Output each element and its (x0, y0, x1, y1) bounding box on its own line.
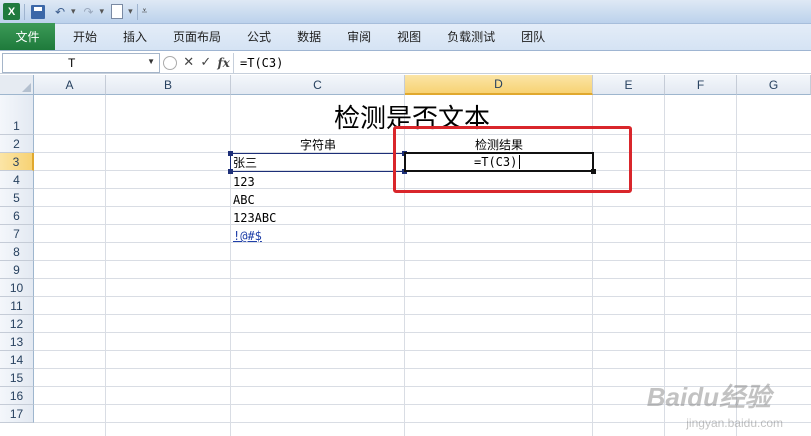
gridline (105, 95, 106, 436)
row-header-9[interactable]: 9 (0, 261, 34, 279)
gridline (34, 278, 811, 279)
tab-file[interactable]: 文件 (0, 23, 55, 50)
cell-c7[interactable]: !@#$ (233, 225, 403, 243)
undo-icon: ↶ (54, 4, 66, 19)
quick-access-toolbar: X ↶ ▾ ↷ ▾ ▾ ⩡ (0, 0, 811, 24)
watermark-url: jingyan.baidu.com (686, 416, 783, 430)
separator (136, 3, 138, 20)
row-header-13[interactable]: 13 (0, 333, 34, 351)
column-header-g[interactable]: G (737, 75, 811, 95)
redo-icon: ↷ (83, 4, 94, 19)
row-header-3[interactable]: 3 (0, 153, 34, 171)
gridline (34, 350, 811, 351)
undo-dropdown-icon[interactable]: ▾ (71, 7, 76, 17)
customize-icon[interactable]: ⩡ (142, 6, 148, 17)
name-box-value: T (68, 55, 76, 70)
row-header-2[interactable]: 2 (0, 135, 34, 153)
column-header-b[interactable]: B (106, 75, 231, 95)
tab-home[interactable]: 开始 (55, 23, 110, 50)
cell-c5[interactable]: ABC (233, 189, 403, 207)
gridline (34, 242, 811, 243)
gridline (34, 260, 811, 261)
formula-bar: T ▼ ✕ ✓ fx =T(C3) (0, 52, 811, 74)
resize-handle-icon (163, 55, 178, 70)
gridline (34, 368, 811, 369)
row-header-4[interactable]: 4 (0, 171, 34, 189)
cell-c6[interactable]: 123ABC (233, 207, 403, 225)
tab-view[interactable]: 视图 (384, 23, 434, 50)
row-header-6[interactable]: 6 (0, 207, 34, 225)
print-dropdown-icon[interactable]: ▾ (128, 7, 133, 17)
save-icon (31, 4, 45, 19)
column-header-f[interactable]: F (665, 75, 737, 95)
name-box-dropdown-icon[interactable]: ▼ (147, 57, 155, 66)
column-header-e[interactable]: E (593, 75, 665, 95)
separator (24, 3, 25, 20)
insert-function-icon[interactable]: fx (218, 56, 230, 70)
enter-icon[interactable]: ✓ (200, 55, 211, 70)
column-header-a[interactable]: A (34, 75, 106, 95)
gridline (34, 314, 811, 315)
formula-input[interactable]: =T(C3) (234, 56, 283, 70)
cancel-icon[interactable]: ✕ (183, 55, 194, 70)
highlight-callout-box (393, 126, 632, 193)
column-header-c[interactable]: C (231, 75, 405, 95)
row-header-15[interactable]: 15 (0, 369, 34, 387)
name-box[interactable]: T ▼ (2, 52, 160, 73)
referenced-cell-outline (228, 151, 407, 174)
undo-button[interactable]: ↶ (51, 3, 69, 21)
gridline (34, 206, 811, 207)
tab-page-layout[interactable]: 页面布局 (160, 23, 234, 50)
row-header-7[interactable]: 7 (0, 225, 34, 243)
row-header-12[interactable]: 12 (0, 315, 34, 333)
ribbon-tabs: 文件 开始 插入 页面布局 公式 数据 审阅 视图 负载测试 团队 (0, 23, 811, 51)
row-header-10[interactable]: 10 (0, 279, 34, 297)
column-header-d[interactable]: D (405, 75, 593, 95)
print-preview-button[interactable] (108, 3, 126, 21)
tab-insert[interactable]: 插入 (110, 23, 160, 50)
gridline (34, 296, 811, 297)
cell-c4[interactable]: 123 (233, 171, 403, 189)
tab-load-test[interactable]: 负载测试 (434, 23, 508, 50)
tab-review[interactable]: 审阅 (334, 23, 384, 50)
row-header-1[interactable]: 1 (0, 95, 34, 135)
formula-bar-buttons: ✕ ✓ fx (160, 52, 234, 73)
row-header-5[interactable]: 5 (0, 189, 34, 207)
row-header-8[interactable]: 8 (0, 243, 34, 261)
row-header-14[interactable]: 14 (0, 351, 34, 369)
range-handle[interactable] (228, 169, 233, 174)
tab-team[interactable]: 团队 (508, 23, 558, 50)
row-header-16[interactable]: 16 (0, 387, 34, 405)
watermark-logo: Baidu经验 (646, 382, 771, 412)
save-button[interactable] (29, 3, 47, 21)
tab-formulas[interactable]: 公式 (234, 23, 284, 50)
print-preview-icon (111, 4, 124, 19)
gridline (34, 224, 811, 225)
gridline (34, 332, 811, 333)
cell-c2[interactable]: 字符串 (231, 135, 405, 153)
worksheet-grid: A B C D E F G 1 2 3 4 5 6 7 8 9 10 11 12… (0, 75, 811, 436)
redo-dropdown-icon[interactable]: ▾ (100, 7, 105, 17)
select-all-button[interactable] (0, 75, 34, 95)
tab-data[interactable]: 数据 (284, 23, 334, 50)
row-header-11[interactable]: 11 (0, 297, 34, 315)
row-header-17[interactable]: 17 (0, 405, 34, 423)
excel-icon: X (3, 3, 20, 20)
redo-button[interactable]: ↷ (80, 3, 98, 21)
range-handle[interactable] (228, 151, 233, 156)
